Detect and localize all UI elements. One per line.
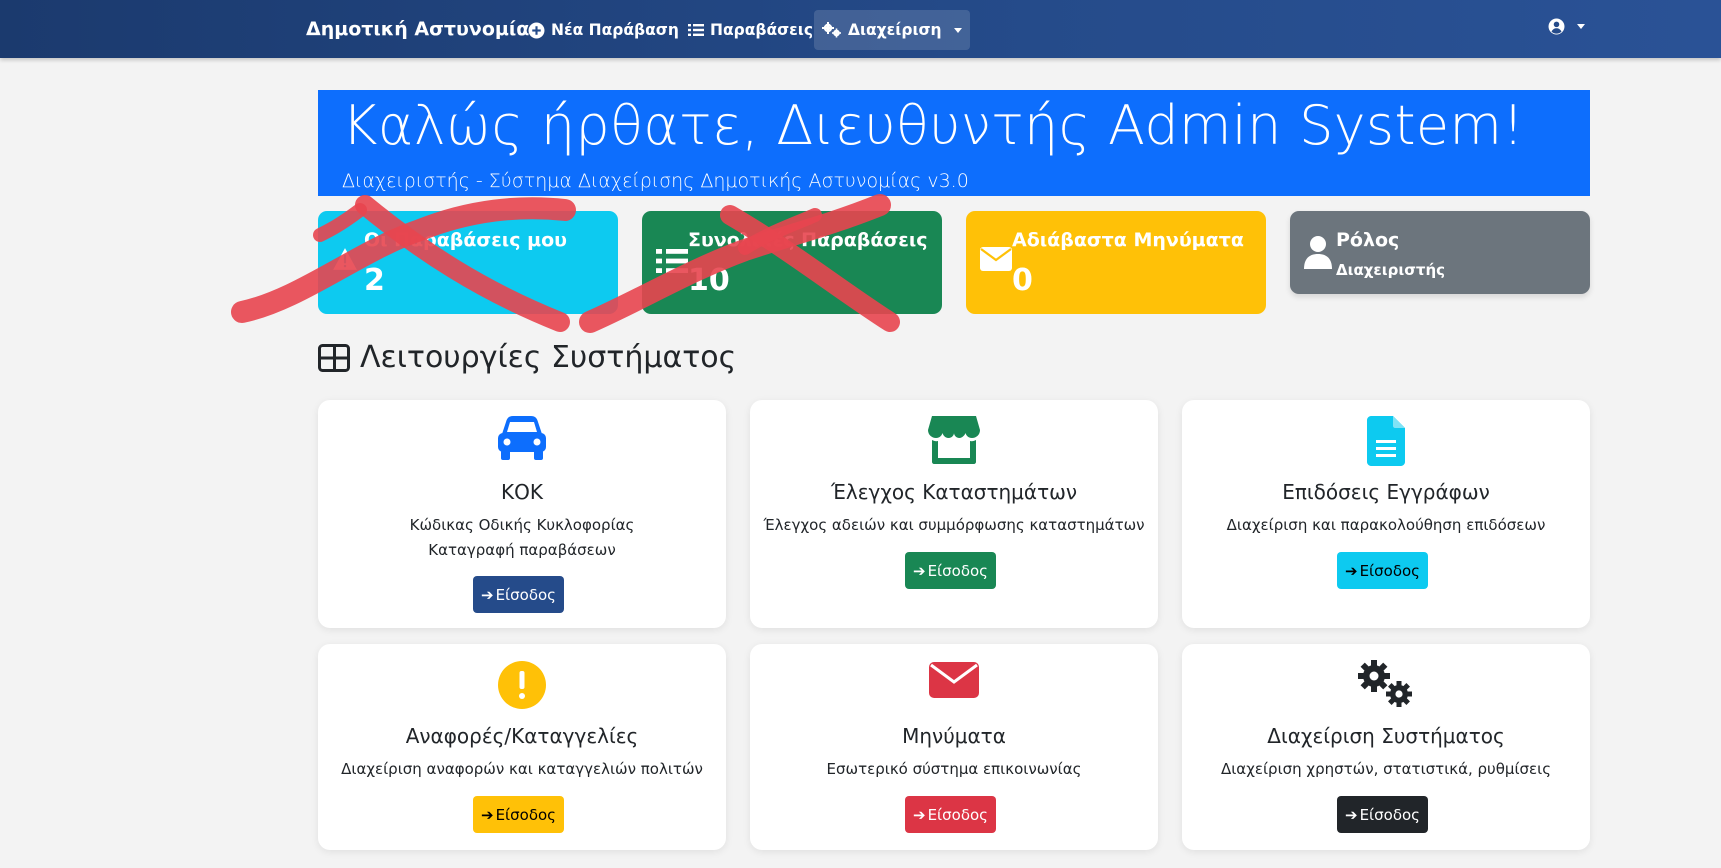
list-icon (688, 24, 704, 36)
stat-card-role: Ρόλος Διαχειριστής (1290, 211, 1590, 294)
module-description: Κώδικας Οδικής Κυκλοφορίας Καταγραφή παρ… (318, 513, 726, 563)
stat-label: Ρόλος (1336, 229, 1400, 251)
envelope-icon (980, 247, 1012, 271)
document-icon (1367, 416, 1405, 466)
module-description: Διαχείριση αναφορών και καταγγελιών πολι… (318, 757, 726, 782)
module-card-messages: Μηνύματα Εσωτερικό σύστημα επικοινωνίας … (750, 644, 1158, 850)
module-description: Διαχείριση χρηστών, στατιστικά, ρυθμίσει… (1182, 757, 1590, 782)
enter-button-label: Είσοδος (927, 805, 988, 824)
module-title: Μηνύματα (902, 724, 1006, 748)
user-icon (1304, 236, 1332, 269)
enter-button-label: Είσοδος (495, 805, 556, 824)
welcome-banner: Καλώς ήρθατε, Διευθυντής Admin System! Δ… (318, 90, 1590, 196)
brand-link[interactable]: Δημοτική Αστυνομία (306, 18, 529, 40)
module-description-line: Διαχείριση αναφορών και καταγγελιών πολι… (341, 760, 703, 778)
nav-violations-label: Παραβάσεις (710, 21, 814, 39)
user-menu-dropdown[interactable] (1548, 18, 1585, 35)
reports-enter-button[interactable]: ➔ Είσοδος (473, 796, 564, 833)
arrow-right-icon: ➔ (481, 585, 494, 604)
chevron-down-icon (1577, 24, 1585, 29)
module-title: Αναφορές/Καταγγελίες (405, 724, 639, 748)
enter-button-label: Είσοδος (927, 561, 988, 580)
stat-value: 10 (688, 263, 730, 298)
kok-enter-button[interactable]: ➔ Είσοδος (473, 576, 564, 613)
arrow-right-icon: ➔ (913, 805, 926, 824)
arrow-right-icon: ➔ (481, 805, 494, 824)
envelope-icon (929, 662, 979, 698)
module-title: Διαχείριση Συστήματος (1267, 724, 1505, 748)
gears-icon (1358, 660, 1412, 707)
module-card-kok: ΚΟΚ Κώδικας Οδικής Κυκλοφορίας Καταγραφή… (318, 400, 726, 628)
top-navbar: Δημοτική Αστυνομία Νέα Παράβαση Παραβάσε… (0, 0, 1721, 58)
module-description-line: Έλεγχος αδειών και συμμόρφωσης καταστημά… (763, 516, 1145, 534)
stat-card-my-violations: Οι Παραβάσεις μου 2 (318, 211, 618, 314)
arrow-right-icon: ➔ (1345, 805, 1358, 824)
list-icon (656, 249, 688, 273)
store-icon (928, 416, 980, 464)
grid-icon (318, 343, 350, 372)
module-description: Έλεγχος αδειών και συμμόρφωσης καταστημά… (750, 513, 1158, 538)
module-card-store-inspection: Έλεγχος Καταστημάτων Έλεγχος αδειών και … (750, 400, 1158, 628)
stat-card-unread-messages: Αδιάβαστα Μηνύματα 0 (966, 211, 1266, 314)
module-title: Έλεγχος Καταστημάτων (830, 480, 1078, 504)
user-circle-icon (1548, 18, 1565, 35)
system-admin-enter-button[interactable]: ➔ Είσοδος (1337, 796, 1428, 833)
stat-value: 0 (1012, 263, 1033, 298)
stat-value: 2 (364, 263, 385, 298)
module-card-system-admin: Διαχείριση Συστήματος Διαχείριση χρηστών… (1182, 644, 1590, 850)
stat-label: Συνολικές Παραβάσεις (688, 229, 928, 251)
store-inspection-enter-button[interactable]: ➔ Είσοδος (905, 552, 996, 589)
nav-new-violation[interactable]: Νέα Παράβαση (520, 10, 687, 50)
module-description-line: Εσωτερικό σύστημα επικοινωνίας (826, 760, 1082, 778)
warning-icon (333, 248, 357, 270)
stat-label: Οι Παραβάσεις μου (364, 229, 567, 251)
module-description-line: Διαχείριση και παρακολούθηση επιδόσεων (1226, 516, 1546, 534)
welcome-title: Καλώς ήρθατε, Διευθυντής Admin System! (342, 94, 1525, 157)
car-icon (498, 416, 546, 460)
nav-admin-dropdown[interactable]: Διαχείριση (814, 10, 970, 50)
enter-button-label: Είσοδος (1359, 561, 1420, 580)
enter-button-label: Είσοδος (1359, 805, 1420, 824)
exclamation-circle-icon (498, 661, 546, 709)
messages-enter-button[interactable]: ➔ Είσοδος (905, 796, 996, 833)
arrow-right-icon: ➔ (913, 561, 926, 580)
module-description: Εσωτερικό σύστημα επικοινωνίας (750, 757, 1158, 782)
section-title-label: Λειτουργίες Συστήματος (360, 340, 737, 375)
welcome-subtitle: Διαχειριστής - Σύστημα Διαχείρισης Δημοτ… (342, 170, 969, 192)
stat-card-total-violations: Συνολικές Παραβάσεις 10 (642, 211, 942, 314)
module-description-line: Κώδικας Οδικής Κυκλοφορίας (409, 516, 635, 534)
module-title: Επιδόσεις Εγγράφων (1282, 480, 1490, 504)
module-description-line: Καταγραφή παραβάσεων (428, 541, 616, 559)
stat-value: Διαχειριστής (1336, 261, 1446, 279)
module-title: ΚΟΚ (501, 480, 543, 504)
module-description: Διαχείριση και παρακολούθηση επιδόσεων (1182, 513, 1590, 538)
arrow-right-icon: ➔ (1345, 561, 1358, 580)
module-description-line: Διαχείριση χρηστών, στατιστικά, ρυθμίσει… (1220, 760, 1552, 778)
nav-admin-label: Διαχείριση (848, 21, 942, 39)
nav-new-violation-label: Νέα Παράβαση (551, 21, 679, 39)
chevron-down-icon (953, 27, 962, 33)
gears-icon (822, 22, 841, 38)
module-card-reports: Αναφορές/Καταγγελίες Διαχείριση αναφορών… (318, 644, 726, 850)
nav-violations[interactable]: Παραβάσεις (680, 10, 821, 50)
module-card-document-service: Επιδόσεις Εγγράφων Διαχείριση και παρακο… (1182, 400, 1590, 628)
section-title: Λειτουργίες Συστήματος (318, 340, 736, 375)
stat-label: Αδιάβαστα Μηνύματα (1012, 229, 1244, 251)
plus-circle-icon (528, 22, 545, 38)
enter-button-label: Είσοδος (495, 585, 556, 604)
document-service-enter-button[interactable]: ➔ Είσοδος (1337, 552, 1428, 589)
